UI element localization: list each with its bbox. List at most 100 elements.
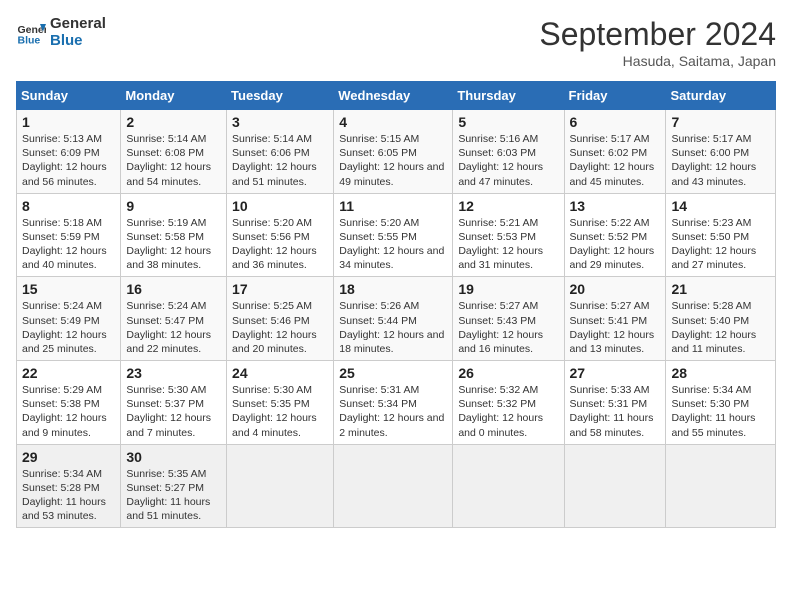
day-info: Sunrise: 5:14 AM Sunset: 6:06 PM Dayligh…	[232, 132, 328, 189]
day-info: Sunrise: 5:31 AM Sunset: 5:34 PM Dayligh…	[339, 383, 447, 440]
day-info: Sunrise: 5:30 AM Sunset: 5:35 PM Dayligh…	[232, 383, 328, 440]
calendar-title: September 2024	[539, 16, 776, 53]
day-number: 29	[22, 449, 115, 465]
day-number: 21	[671, 281, 770, 297]
calendar-cell: 25 Sunrise: 5:31 AM Sunset: 5:34 PM Dayl…	[334, 361, 453, 445]
calendar-cell: 3 Sunrise: 5:14 AM Sunset: 6:06 PM Dayli…	[227, 110, 334, 194]
header-sunday: Sunday	[17, 82, 121, 110]
day-info: Sunrise: 5:34 AM Sunset: 5:30 PM Dayligh…	[671, 383, 770, 440]
day-info: Sunrise: 5:20 AM Sunset: 5:55 PM Dayligh…	[339, 216, 447, 273]
day-number: 23	[126, 365, 221, 381]
calendar-cell: 8 Sunrise: 5:18 AM Sunset: 5:59 PM Dayli…	[17, 193, 121, 277]
day-info: Sunrise: 5:13 AM Sunset: 6:09 PM Dayligh…	[22, 132, 115, 189]
day-number: 12	[458, 198, 558, 214]
day-number: 1	[22, 114, 115, 130]
day-info: Sunrise: 5:15 AM Sunset: 6:05 PM Dayligh…	[339, 132, 447, 189]
day-number: 24	[232, 365, 328, 381]
day-number: 25	[339, 365, 447, 381]
calendar-cell: 16 Sunrise: 5:24 AM Sunset: 5:47 PM Dayl…	[121, 277, 227, 361]
day-info: Sunrise: 5:22 AM Sunset: 5:52 PM Dayligh…	[570, 216, 661, 273]
day-info: Sunrise: 5:16 AM Sunset: 6:03 PM Dayligh…	[458, 132, 558, 189]
header-friday: Friday	[564, 82, 666, 110]
day-number: 18	[339, 281, 447, 297]
calendar-cell: 17 Sunrise: 5:25 AM Sunset: 5:46 PM Dayl…	[227, 277, 334, 361]
day-number: 20	[570, 281, 661, 297]
day-info: Sunrise: 5:29 AM Sunset: 5:38 PM Dayligh…	[22, 383, 115, 440]
header-saturday: Saturday	[666, 82, 776, 110]
calendar-cell: 1 Sunrise: 5:13 AM Sunset: 6:09 PM Dayli…	[17, 110, 121, 194]
day-info: Sunrise: 5:32 AM Sunset: 5:32 PM Dayligh…	[458, 383, 558, 440]
calendar-cell: 10 Sunrise: 5:20 AM Sunset: 5:56 PM Dayl…	[227, 193, 334, 277]
day-number: 15	[22, 281, 115, 297]
calendar-cell: 20 Sunrise: 5:27 AM Sunset: 5:41 PM Dayl…	[564, 277, 666, 361]
day-info: Sunrise: 5:20 AM Sunset: 5:56 PM Dayligh…	[232, 216, 328, 273]
calendar-table: Sunday Monday Tuesday Wednesday Thursday…	[16, 81, 776, 528]
day-number: 22	[22, 365, 115, 381]
day-info: Sunrise: 5:25 AM Sunset: 5:46 PM Dayligh…	[232, 299, 328, 356]
day-number: 17	[232, 281, 328, 297]
calendar-cell: 30 Sunrise: 5:35 AM Sunset: 5:27 PM Dayl…	[121, 444, 227, 528]
calendar-cell	[334, 444, 453, 528]
day-number: 6	[570, 114, 661, 130]
calendar-cell: 12 Sunrise: 5:21 AM Sunset: 5:53 PM Dayl…	[453, 193, 564, 277]
day-number: 10	[232, 198, 328, 214]
day-number: 26	[458, 365, 558, 381]
day-number: 9	[126, 198, 221, 214]
calendar-cell	[666, 444, 776, 528]
calendar-cell: 6 Sunrise: 5:17 AM Sunset: 6:02 PM Dayli…	[564, 110, 666, 194]
calendar-cell: 28 Sunrise: 5:34 AM Sunset: 5:30 PM Dayl…	[666, 361, 776, 445]
calendar-header: Sunday Monday Tuesday Wednesday Thursday…	[17, 82, 776, 110]
day-info: Sunrise: 5:18 AM Sunset: 5:59 PM Dayligh…	[22, 216, 115, 273]
day-number: 28	[671, 365, 770, 381]
day-info: Sunrise: 5:17 AM Sunset: 6:00 PM Dayligh…	[671, 132, 770, 189]
logo-text-line1: General	[50, 16, 106, 33]
day-info: Sunrise: 5:33 AM Sunset: 5:31 PM Dayligh…	[570, 383, 661, 440]
day-info: Sunrise: 5:27 AM Sunset: 5:41 PM Dayligh…	[570, 299, 661, 356]
calendar-cell: 13 Sunrise: 5:22 AM Sunset: 5:52 PM Dayl…	[564, 193, 666, 277]
day-info: Sunrise: 5:17 AM Sunset: 6:02 PM Dayligh…	[570, 132, 661, 189]
calendar-cell	[227, 444, 334, 528]
day-info: Sunrise: 5:24 AM Sunset: 5:49 PM Dayligh…	[22, 299, 115, 356]
calendar-cell: 27 Sunrise: 5:33 AM Sunset: 5:31 PM Dayl…	[564, 361, 666, 445]
calendar-cell: 19 Sunrise: 5:27 AM Sunset: 5:43 PM Dayl…	[453, 277, 564, 361]
day-info: Sunrise: 5:14 AM Sunset: 6:08 PM Dayligh…	[126, 132, 221, 189]
calendar-cell: 11 Sunrise: 5:20 AM Sunset: 5:55 PM Dayl…	[334, 193, 453, 277]
header-monday: Monday	[121, 82, 227, 110]
day-number: 8	[22, 198, 115, 214]
day-number: 19	[458, 281, 558, 297]
header-thursday: Thursday	[453, 82, 564, 110]
day-info: Sunrise: 5:23 AM Sunset: 5:50 PM Dayligh…	[671, 216, 770, 273]
title-block: September 2024 Hasuda, Saitama, Japan	[539, 16, 776, 69]
day-number: 7	[671, 114, 770, 130]
day-info: Sunrise: 5:34 AM Sunset: 5:28 PM Dayligh…	[22, 467, 115, 524]
day-info: Sunrise: 5:21 AM Sunset: 5:53 PM Dayligh…	[458, 216, 558, 273]
logo-icon: General Blue	[16, 18, 46, 48]
calendar-subtitle: Hasuda, Saitama, Japan	[539, 53, 776, 69]
calendar-cell: 9 Sunrise: 5:19 AM Sunset: 5:58 PM Dayli…	[121, 193, 227, 277]
day-number: 13	[570, 198, 661, 214]
day-number: 4	[339, 114, 447, 130]
calendar-cell: 15 Sunrise: 5:24 AM Sunset: 5:49 PM Dayl…	[17, 277, 121, 361]
calendar-body: 1 Sunrise: 5:13 AM Sunset: 6:09 PM Dayli…	[17, 110, 776, 528]
day-info: Sunrise: 5:30 AM Sunset: 5:37 PM Dayligh…	[126, 383, 221, 440]
calendar-cell: 5 Sunrise: 5:16 AM Sunset: 6:03 PM Dayli…	[453, 110, 564, 194]
day-info: Sunrise: 5:24 AM Sunset: 5:47 PM Dayligh…	[126, 299, 221, 356]
header-wednesday: Wednesday	[334, 82, 453, 110]
day-number: 30	[126, 449, 221, 465]
day-number: 5	[458, 114, 558, 130]
calendar-cell: 24 Sunrise: 5:30 AM Sunset: 5:35 PM Dayl…	[227, 361, 334, 445]
day-info: Sunrise: 5:28 AM Sunset: 5:40 PM Dayligh…	[671, 299, 770, 356]
day-number: 16	[126, 281, 221, 297]
day-info: Sunrise: 5:35 AM Sunset: 5:27 PM Dayligh…	[126, 467, 221, 524]
day-number: 27	[570, 365, 661, 381]
day-number: 14	[671, 198, 770, 214]
day-info: Sunrise: 5:26 AM Sunset: 5:44 PM Dayligh…	[339, 299, 447, 356]
calendar-cell	[564, 444, 666, 528]
calendar-cell: 23 Sunrise: 5:30 AM Sunset: 5:37 PM Dayl…	[121, 361, 227, 445]
calendar-cell: 26 Sunrise: 5:32 AM Sunset: 5:32 PM Dayl…	[453, 361, 564, 445]
day-info: Sunrise: 5:19 AM Sunset: 5:58 PM Dayligh…	[126, 216, 221, 273]
calendar-cell: 7 Sunrise: 5:17 AM Sunset: 6:00 PM Dayli…	[666, 110, 776, 194]
calendar-cell: 4 Sunrise: 5:15 AM Sunset: 6:05 PM Dayli…	[334, 110, 453, 194]
calendar-cell	[453, 444, 564, 528]
day-number: 11	[339, 198, 447, 214]
